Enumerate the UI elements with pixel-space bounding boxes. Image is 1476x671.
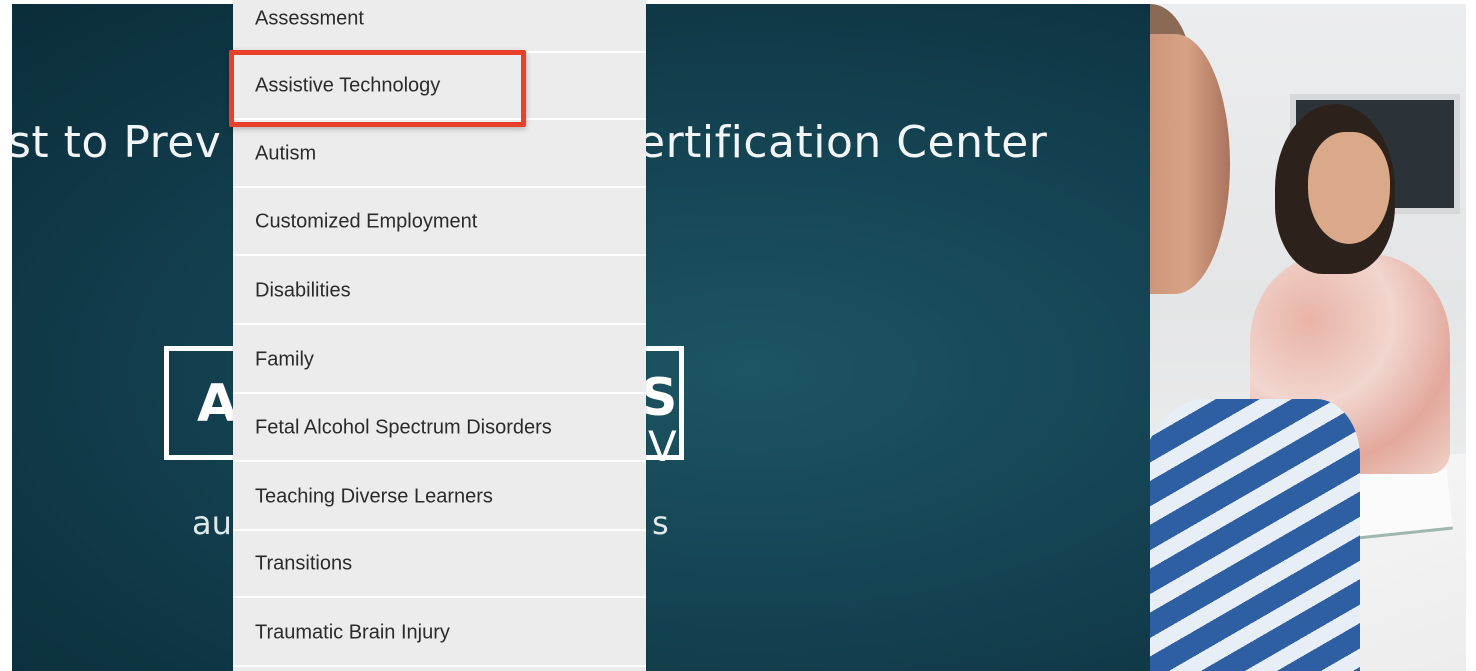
page: st to Prev ertification Center A S V au …	[0, 0, 1476, 671]
menu-item-transitions[interactable]: Transitions	[233, 531, 646, 598]
menu-item-label: Fetal Alcohol Spectrum Disorders	[255, 416, 552, 438]
logo-subtitle-right: s	[652, 504, 669, 542]
menu-item-label: Family	[255, 348, 314, 370]
logo-letter-right-lower: V	[648, 422, 677, 471]
topics-dropdown-menu: Assessment Assistive Technology Autism C…	[233, 0, 646, 671]
menu-item-autism[interactable]: Autism	[233, 121, 646, 188]
menu-item-fetal-alcohol-spectrum-disorders[interactable]: Fetal Alcohol Spectrum Disorders	[233, 395, 646, 462]
menu-item-assistive-technology[interactable]: Assistive Technology	[233, 53, 646, 120]
menu-item-family[interactable]: Family	[233, 327, 646, 394]
woman-left-shirt-image	[1150, 399, 1360, 671]
menu-item-assessment[interactable]: Assessment	[233, 0, 646, 53]
menu-item-teaching-diverse-learners[interactable]: Teaching Diverse Learners	[233, 464, 646, 531]
hero-title-left: st to Prev	[12, 117, 222, 168]
menu-item-label: Autism	[255, 142, 317, 164]
hero-photo	[1150, 4, 1466, 671]
menu-item-label: Disabilities	[255, 279, 351, 301]
menu-item-label: Assistive Technology	[255, 74, 441, 96]
menu-item-label: Customized Employment	[255, 210, 478, 232]
menu-item-label: Teaching Diverse Learners	[255, 485, 493, 507]
logo-subtitle-left: au	[192, 504, 232, 542]
hero-title-right: ertification Center	[638, 117, 1048, 168]
logo-letter-left: A	[197, 374, 238, 434]
woman-left-head-image	[1150, 34, 1230, 294]
menu-item-label: Transitions	[255, 552, 353, 574]
menu-item-customized-employment[interactable]: Customized Employment	[233, 189, 646, 256]
menu-item-disabilities[interactable]: Disabilities	[233, 258, 646, 325]
menu-item-label: Traumatic Brain Injury	[255, 621, 450, 643]
menu-item-traumatic-brain-injury[interactable]: Traumatic Brain Injury	[233, 600, 646, 667]
menu-item-label: Assessment	[255, 7, 364, 29]
woman-right-face-image	[1308, 132, 1390, 244]
